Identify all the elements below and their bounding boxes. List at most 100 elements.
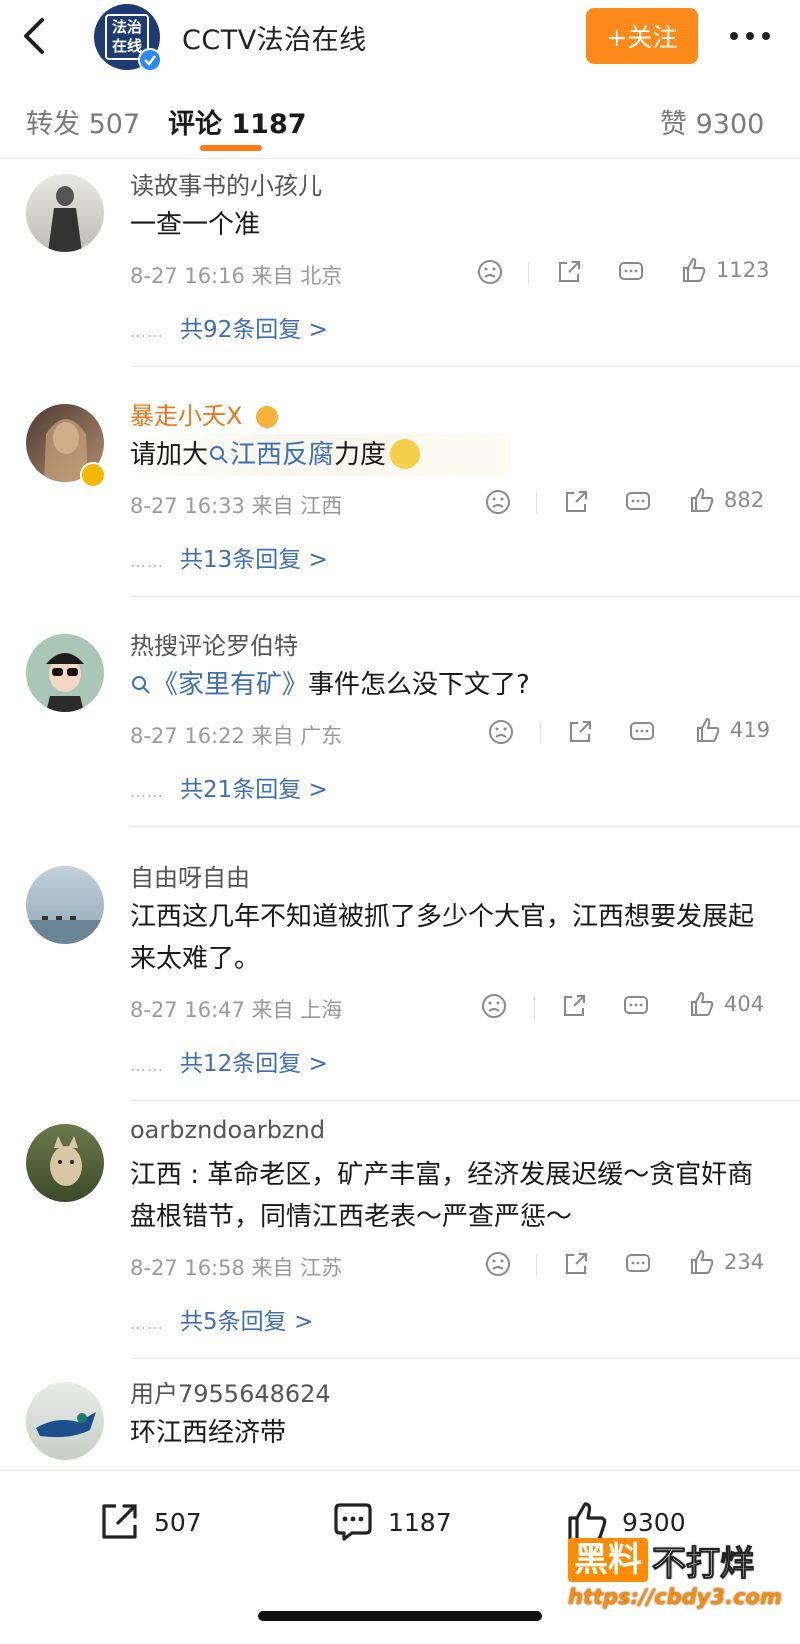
home-indicator[interactable] (258, 1611, 542, 1621)
comment-icon[interactable] (622, 992, 650, 1020)
like-count: 1123 (716, 258, 770, 282)
comment-meta: 8-27 16:22 来自 广东 (130, 720, 342, 750)
comment-text: 江西 : 革命老区，矿产丰富，经济发展迟缓～贪官奸商盘根错节，同情江西老表～严查… (130, 1160, 754, 1232)
comment-text: 一查一个准 (130, 210, 261, 240)
watermark-box-text: 黑料 (568, 1538, 648, 1582)
level-badge-icon (256, 406, 279, 428)
comment-username[interactable]: 自由呀自由 (130, 858, 250, 893)
comment-meta: 8-27 16:16 来自 北京 (130, 260, 342, 290)
dislike-icon[interactable] (476, 258, 504, 286)
dislike-icon[interactable] (484, 488, 512, 516)
like-button[interactable]: 404 (688, 990, 764, 1018)
comment-icon[interactable] (617, 258, 645, 286)
like-button[interactable]: 419 (694, 716, 770, 744)
tab-repost[interactable]: 转发 507 (26, 102, 140, 141)
comment-icon[interactable] (624, 1250, 652, 1278)
verified-icon (80, 462, 106, 488)
comment-icon (334, 1503, 372, 1541)
comment-meta: 8-27 16:58 来自 江苏 (130, 1252, 342, 1282)
repost-count: 507 (154, 1507, 202, 1537)
comment-username[interactable]: 暴走小夭X (130, 396, 279, 431)
divider (528, 262, 529, 284)
top-bar: 法治在线 CCTV法治在线 +关注 (0, 0, 800, 76)
view-replies-link[interactable]: …… 共12条回复 > (130, 1044, 328, 1078)
avatar[interactable] (26, 634, 104, 712)
like-icon (691, 991, 714, 1016)
replies-label: 共5条回复 > (180, 1309, 314, 1335)
more-icon[interactable] (728, 28, 772, 44)
like-count: 234 (724, 1250, 765, 1274)
tab-comments[interactable]: 评论 1187 (168, 102, 307, 141)
comment-source: 来自 江西 (251, 494, 343, 518)
verified-icon (138, 48, 162, 72)
account-name[interactable]: CCTV法治在线 (182, 18, 367, 57)
share-icon[interactable] (566, 718, 594, 746)
comment-text: 环江西经济带 (130, 1418, 287, 1448)
like-button[interactable]: 882 (688, 486, 764, 514)
avatar[interactable] (26, 866, 104, 944)
comment-username[interactable]: oarbzndoarbznd (130, 1116, 325, 1144)
dislike-icon[interactable] (480, 992, 508, 1020)
comment-username[interactable]: 用户7955648624 (130, 1374, 331, 1409)
follow-button[interactable]: +关注 (586, 8, 698, 64)
search-icon (132, 676, 150, 694)
divider (534, 996, 535, 1018)
search-icon (210, 446, 228, 464)
replies-label: 共13条回复 > (180, 547, 328, 573)
watermark: 黑料 不打烊 https://cbdy3.com (568, 1537, 784, 1609)
share-icon[interactable] (562, 1250, 590, 1278)
replies-label: 共92条回复 > (180, 317, 328, 343)
avatar[interactable] (26, 174, 104, 252)
like-button[interactable]: 234 (688, 1248, 764, 1276)
tab-likes[interactable]: 赞 9300 (660, 102, 764, 141)
divider (540, 722, 541, 744)
comment-divider (130, 1100, 800, 1101)
comment-divider (130, 596, 800, 597)
comment-text: 江西这几年不知道被抓了多少个大官，江西想要发展起来太难了。 (130, 902, 755, 974)
comment-time: 8-27 16:22 (130, 724, 245, 748)
like-icon (691, 1249, 714, 1274)
comment-text: 《家里有矿》事件怎么没下文了? (130, 664, 770, 706)
dislike-icon[interactable] (487, 718, 515, 746)
comment-meta: 8-27 16:47 来自 上海 (130, 994, 342, 1024)
comment-button[interactable]: 1187 (330, 1499, 452, 1545)
tab-active-indicator (200, 145, 262, 151)
like-icon (683, 257, 706, 282)
comment-divider (130, 1358, 800, 1359)
like-count: 882 (724, 488, 765, 512)
comment-time: 8-27 16:58 (130, 1256, 245, 1280)
comment-username[interactable]: 读故事书的小孩儿 (130, 166, 322, 201)
comment-time: 8-27 16:16 (130, 264, 245, 288)
emoji-icon (390, 439, 421, 469)
comment-icon[interactable] (628, 718, 656, 746)
avatar[interactable] (26, 1124, 104, 1202)
view-replies-link[interactable]: …… 共5条回复 > (130, 1302, 313, 1336)
comment-source: 来自 上海 (251, 998, 343, 1022)
comment-source: 来自 广东 (251, 724, 343, 748)
like-count: 404 (724, 992, 765, 1016)
view-replies-link[interactable]: …… 共21条回复 > (130, 770, 328, 804)
view-replies-link[interactable]: …… 共92条回复 > (130, 310, 328, 344)
topic-link[interactable]: 《家里有矿》 (130, 670, 308, 700)
comment-time: 8-27 16:33 (130, 494, 245, 518)
divider (536, 492, 537, 514)
share-icon[interactable] (560, 992, 588, 1020)
avatar[interactable] (26, 1382, 104, 1460)
repost-button[interactable]: 507 (96, 1499, 202, 1545)
topic-link[interactable]: 江西反腐 (208, 440, 334, 470)
comment-icon[interactable] (624, 488, 652, 516)
comment-meta: 8-27 16:33 来自 江西 (130, 490, 342, 520)
comment-time: 8-27 16:47 (130, 998, 245, 1022)
back-icon[interactable] (18, 16, 52, 56)
comment-divider (130, 826, 800, 827)
comment-username[interactable]: 热搜评论罗伯特 (130, 626, 298, 661)
dislike-icon[interactable] (484, 1250, 512, 1278)
share-icon[interactable] (562, 488, 590, 516)
like-button[interactable]: 1123 (680, 256, 769, 284)
comment-source: 来自 江苏 (251, 1256, 343, 1280)
replies-label: 共12条回复 > (180, 1051, 328, 1077)
share-icon[interactable] (555, 258, 583, 286)
comment-text: 请加大 江西反腐力度 (130, 434, 510, 476)
divider (536, 1254, 537, 1276)
view-replies-link[interactable]: …… 共13条回复 > (130, 540, 328, 574)
